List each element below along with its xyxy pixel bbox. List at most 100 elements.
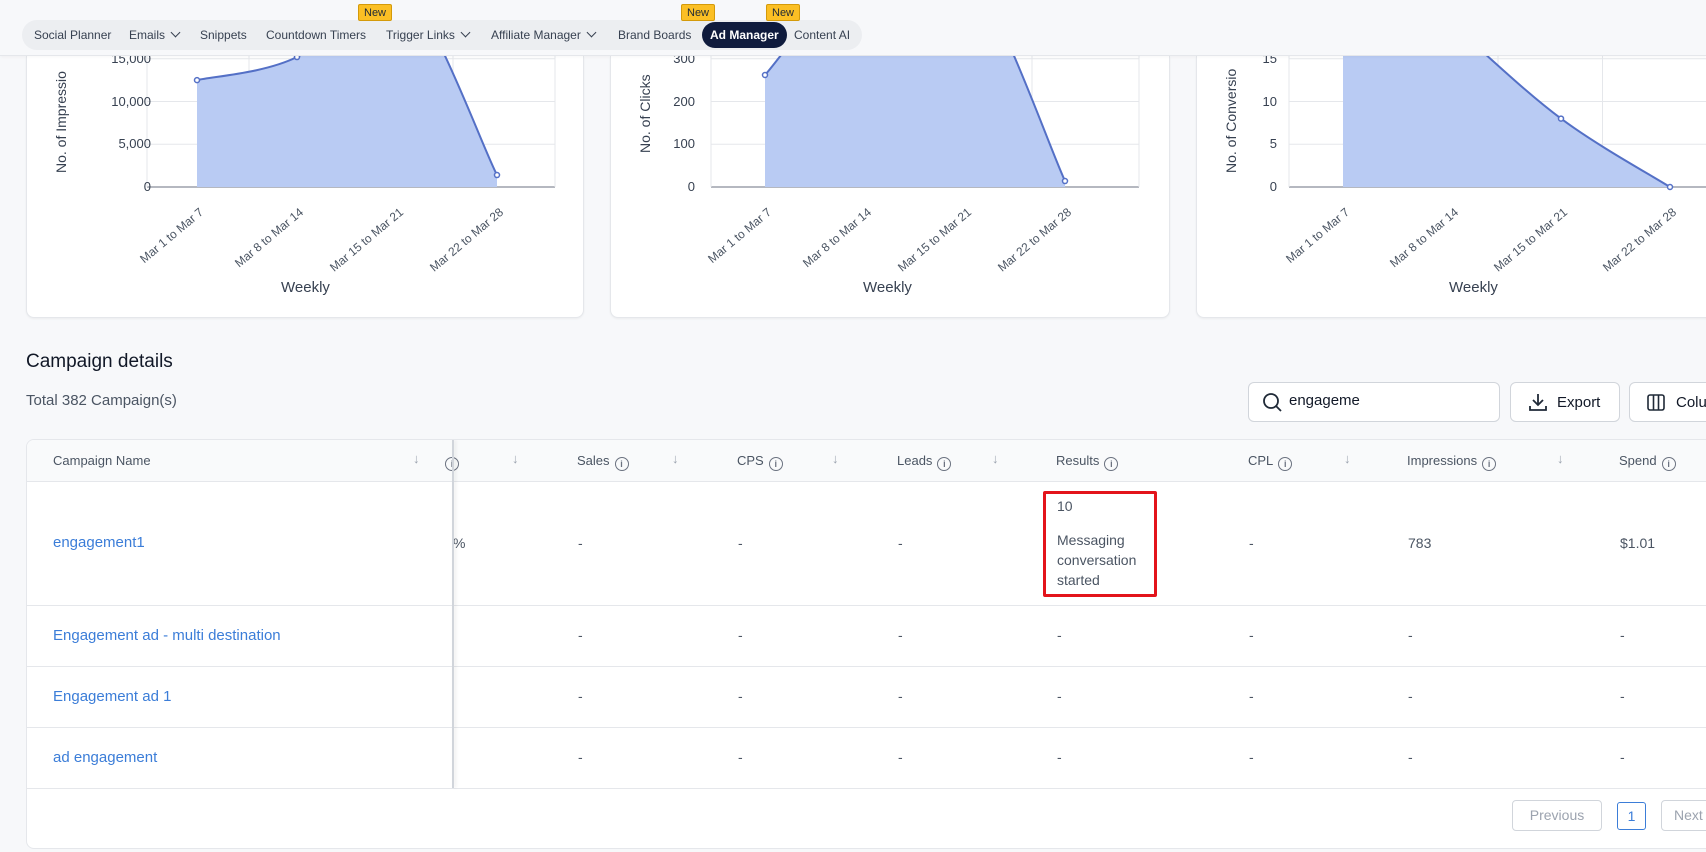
y-tick-label: 15,000 bbox=[111, 56, 151, 66]
col-label: Leads bbox=[897, 453, 933, 468]
search-icon bbox=[1263, 393, 1282, 412]
area-fill bbox=[197, 56, 497, 187]
nav-content-ai[interactable]: Content AI bbox=[794, 20, 850, 50]
col-leads[interactable]: Leads i bbox=[897, 453, 952, 471]
sort-arrow-icon[interactable]: ↓ bbox=[832, 451, 839, 466]
previous-page-button[interactable]: Previous bbox=[1512, 800, 1602, 831]
info-icon: i bbox=[614, 457, 629, 471]
sort-arrow-icon[interactable]: ↓ bbox=[1557, 451, 1564, 466]
table-row: Engagement ad - multi destination - - - … bbox=[27, 606, 1706, 667]
data-point[interactable] bbox=[1557, 115, 1565, 122]
data-point[interactable] bbox=[761, 71, 769, 79]
nav-label: Trigger Links bbox=[386, 28, 455, 42]
results-cell: - bbox=[1057, 688, 1062, 704]
data-point[interactable] bbox=[193, 76, 201, 84]
col-label: Spend bbox=[1619, 453, 1657, 468]
data-point[interactable] bbox=[1061, 177, 1069, 185]
new-badge: New bbox=[766, 4, 801, 21]
col-label: CPL bbox=[1248, 453, 1274, 468]
export-label: Export bbox=[1557, 394, 1601, 411]
next-page-button[interactable]: Next bbox=[1661, 800, 1706, 831]
x-axis-label: Weekly bbox=[281, 279, 330, 296]
y-tick-label: 15 bbox=[1262, 56, 1277, 66]
nav-social-planner[interactable]: Social Planner bbox=[34, 20, 111, 50]
col-cps[interactable]: CPS i bbox=[737, 453, 783, 471]
col-cpl[interactable]: CPL i bbox=[1248, 453, 1293, 471]
nav-label: Countdown Timers bbox=[266, 28, 367, 42]
impressions-cell: - bbox=[1408, 688, 1413, 704]
columns-label: Colu bbox=[1676, 394, 1706, 411]
y-axis-label: No. of Conversio bbox=[1223, 68, 1239, 173]
campaign-name-link[interactable]: ad engagement bbox=[53, 749, 157, 766]
page-number-button[interactable]: 1 bbox=[1617, 802, 1646, 830]
leads-cell: - bbox=[898, 749, 903, 765]
data-point[interactable] bbox=[493, 171, 501, 179]
leads-cell: - bbox=[898, 535, 903, 551]
nav-trigger-links[interactable]: Trigger Links bbox=[386, 20, 471, 50]
y-tick-label: 0 bbox=[687, 179, 695, 194]
sort-arrow-icon[interactable]: ↓ bbox=[512, 451, 519, 466]
section-title: Campaign details bbox=[26, 351, 173, 372]
col-spend[interactable]: Spend i bbox=[1619, 453, 1676, 471]
y-tick-label: 5,000 bbox=[118, 136, 151, 152]
campaign-name-link[interactable]: engagement1 bbox=[53, 534, 145, 551]
col-sales[interactable]: Sales i bbox=[577, 453, 629, 471]
nav-affiliate-manager[interactable]: Affiliate Manager bbox=[491, 20, 597, 50]
col-label: Impressions bbox=[1407, 453, 1478, 468]
info-icon: i bbox=[1278, 457, 1293, 471]
nav-label: Social Planner bbox=[34, 28, 112, 42]
impressions-cell: - bbox=[1408, 627, 1413, 643]
download-icon bbox=[1529, 394, 1547, 411]
sales-cell: - bbox=[578, 749, 583, 765]
nav-ad-manager[interactable]: Ad Manager bbox=[702, 22, 787, 48]
data-point[interactable] bbox=[1666, 183, 1674, 191]
cps-cell: - bbox=[738, 535, 743, 551]
sales-cell: - bbox=[578, 627, 583, 643]
sort-arrow-icon[interactable]: ↓ bbox=[672, 451, 679, 466]
conversions-chart-card: 0 5 10 15 No. of Conversio Mar 1 to Mar 7 Mar … bbox=[1196, 56, 1706, 318]
sort-arrow-icon[interactable]: ↓ bbox=[992, 451, 999, 466]
frozen-column-divider bbox=[452, 440, 454, 788]
y-tick-label: 0 bbox=[1269, 179, 1277, 194]
sort-arrow-icon[interactable]: ↓ bbox=[1344, 451, 1351, 466]
table-row: Engagement ad 1 - - - - - - - bbox=[27, 667, 1706, 728]
impressions-chart-card: 0 5,000 10,000 15,000 No. of Impressio Mar 1 … bbox=[26, 56, 584, 318]
y-tick-label: 0 bbox=[143, 179, 151, 194]
campaign-table: Campaign Name ↓ i ↓ Salesi ↓ CPSi ↓ Lead… bbox=[26, 439, 1706, 849]
top-navigation: Social Planner Emails Snippets Countdown… bbox=[0, 0, 1706, 56]
search-input[interactable] bbox=[1289, 392, 1489, 409]
cpl-cell: - bbox=[1249, 688, 1254, 704]
nav-label: Content AI bbox=[794, 28, 851, 42]
area-fill bbox=[765, 56, 1065, 187]
table-row: engagement1 % - - - 10 Messaging convers… bbox=[27, 482, 1706, 606]
search-box[interactable] bbox=[1248, 382, 1500, 422]
columns-icon bbox=[1647, 394, 1665, 411]
cps-cell: - bbox=[738, 627, 743, 643]
columns-button[interactable]: Colu bbox=[1629, 382, 1706, 422]
new-badge: New bbox=[358, 4, 393, 21]
nav-label: Emails bbox=[129, 28, 166, 42]
campaign-name-link[interactable]: Engagement ad 1 bbox=[53, 688, 171, 705]
data-point[interactable] bbox=[293, 56, 301, 61]
sales-cell: - bbox=[578, 535, 583, 551]
nav-label: Affiliate Manager bbox=[491, 28, 581, 42]
col-label: Sales bbox=[577, 453, 610, 468]
col-campaign-name[interactable]: Campaign Name bbox=[53, 453, 151, 468]
chevron-down-icon bbox=[586, 27, 597, 38]
cps-cell: - bbox=[738, 688, 743, 704]
x-axis-label: Weekly bbox=[1449, 279, 1498, 296]
x-axis-label: Weekly bbox=[863, 279, 912, 296]
nav-brand-boards[interactable]: Brand Boards bbox=[618, 20, 691, 50]
col-results[interactable]: Results i bbox=[1056, 453, 1119, 471]
col-impressions[interactable]: Impressions i bbox=[1407, 453, 1497, 471]
campaign-total: Total 382 Campaign(s) bbox=[26, 392, 177, 409]
nav-emails[interactable]: Emails bbox=[129, 20, 181, 50]
nav-countdown-timers[interactable]: Countdown Timers bbox=[266, 20, 366, 50]
y-axis-label: No. of Clicks bbox=[637, 74, 653, 153]
impressions-cell: - bbox=[1408, 749, 1413, 765]
nav-snippets[interactable]: Snippets bbox=[200, 20, 247, 50]
campaign-name-link[interactable]: Engagement ad - multi destination bbox=[53, 627, 281, 644]
chevron-down-icon bbox=[170, 27, 181, 38]
export-button[interactable]: Export bbox=[1510, 382, 1620, 422]
sort-arrow-icon[interactable]: ↓ bbox=[413, 451, 420, 466]
